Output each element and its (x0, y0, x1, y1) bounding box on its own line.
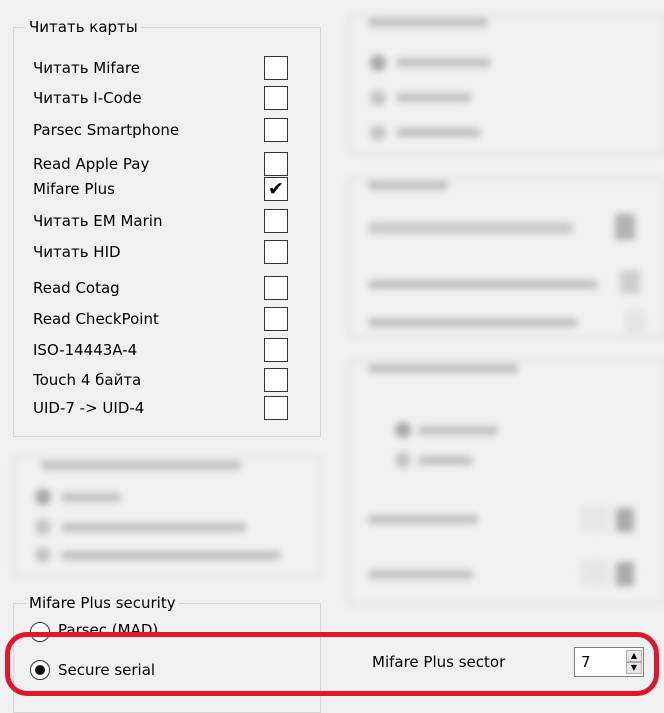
card-type-label: Read Apple Pay (33, 155, 150, 173)
card-type-checkbox[interactable] (264, 338, 288, 362)
read-cards-title: Читать карты (26, 18, 141, 36)
mifare-plus-security-title: Mifare Plus security (26, 594, 179, 612)
card-type-label: Читать Mifare (33, 59, 140, 77)
card-type-label: Read Cotag (33, 279, 120, 297)
card-type-checkbox[interactable] (264, 152, 288, 176)
card-type-label: UID-7 -> UID-4 (33, 399, 145, 417)
card-type-label: Читать EM Marin (33, 212, 163, 230)
check-icon: ✔ (268, 178, 284, 200)
card-type-checkbox[interactable] (264, 118, 288, 142)
card-type-label: ISO-14443A-4 (33, 341, 138, 359)
card-type-checkbox[interactable] (264, 368, 288, 392)
card-type-checkbox[interactable] (264, 396, 288, 420)
card-type-checkbox[interactable] (264, 56, 288, 80)
card-type-label: Читать HID (33, 243, 121, 261)
blurred-settings-area (340, 0, 664, 620)
card-type-checkbox[interactable] (264, 209, 288, 233)
card-type-label: Touch 4 байта (33, 371, 142, 389)
card-type-label: Mifare Plus (33, 180, 115, 198)
card-type-checkbox[interactable] (264, 276, 288, 300)
card-type-checkbox[interactable] (264, 240, 288, 264)
card-type-checkbox[interactable]: ✔ (264, 177, 288, 201)
card-type-checkbox[interactable] (264, 86, 288, 110)
card-type-label: Read CheckPoint (33, 310, 159, 328)
card-type-checkbox[interactable] (264, 307, 288, 331)
highlight-annotation (5, 632, 659, 696)
card-type-label: Читать I-Code (33, 89, 142, 107)
blurred-reader-mode-group (13, 445, 323, 580)
card-type-label: Parsec Smartphone (33, 121, 180, 139)
